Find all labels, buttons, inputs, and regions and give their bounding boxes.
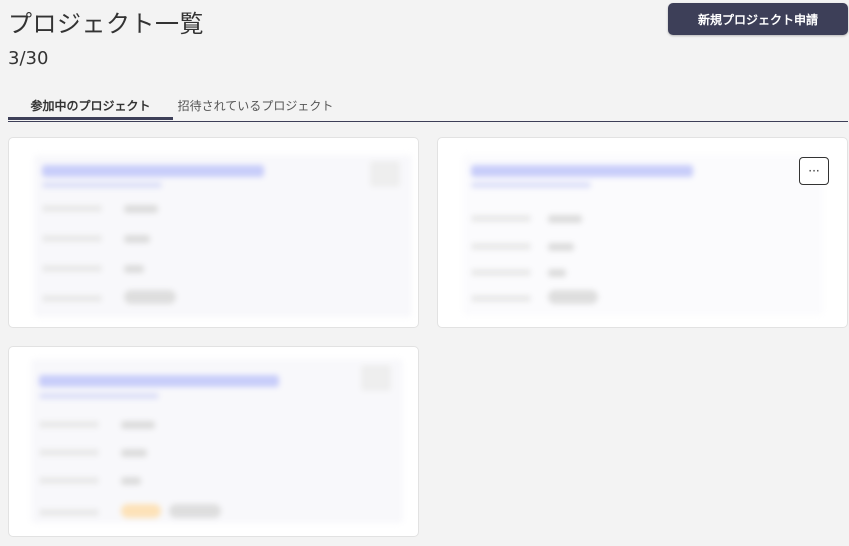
blurred-value xyxy=(124,265,144,273)
project-card[interactable] xyxy=(8,137,419,328)
blurred-subtitle xyxy=(39,393,159,399)
blurred-label xyxy=(42,205,102,212)
blurred-label xyxy=(39,477,99,484)
blurred-label xyxy=(42,265,102,272)
tab-invited-projects[interactable]: 招待されているプロジェクト xyxy=(173,95,338,119)
blurred-menu-box xyxy=(361,365,391,391)
project-tabs: 参加中のプロジェクト 招待されているプロジェクト xyxy=(8,95,848,122)
ellipsis-icon: ··· xyxy=(808,164,820,178)
blurred-subtitle xyxy=(42,182,162,188)
blurred-title xyxy=(39,375,279,387)
blurred-label xyxy=(471,295,531,302)
blurred-value xyxy=(548,215,582,223)
project-card[interactable]: ··· xyxy=(437,137,848,328)
blurred-subtitle xyxy=(471,182,591,188)
blurred-value xyxy=(121,477,141,485)
blurred-chip xyxy=(169,504,221,518)
blurred-chip xyxy=(548,290,598,304)
tab-participating-projects[interactable]: 参加中のプロジェクト xyxy=(8,95,173,120)
card-more-options-button[interactable]: ··· xyxy=(799,157,829,185)
project-count: 3/30 xyxy=(8,48,49,69)
blurred-label xyxy=(39,449,99,456)
blurred-label xyxy=(471,269,531,276)
blurred-label xyxy=(42,235,102,242)
blurred-chip xyxy=(124,290,176,304)
blurred-label xyxy=(471,215,531,222)
blurred-title xyxy=(42,165,264,177)
blurred-value xyxy=(124,205,158,213)
new-project-request-button[interactable]: 新規プロジェクト申請 xyxy=(668,3,848,35)
blurred-chip-orange xyxy=(121,504,161,518)
blurred-label xyxy=(39,509,99,516)
blurred-label xyxy=(39,421,99,428)
blurred-card-content xyxy=(31,359,403,523)
blurred-value xyxy=(548,269,566,277)
blurred-value xyxy=(121,449,147,457)
page-title: プロジェクト一覧 xyxy=(8,10,204,38)
blurred-value xyxy=(124,235,150,243)
blurred-title xyxy=(471,165,693,177)
blurred-card-content xyxy=(34,155,412,317)
blurred-menu-box xyxy=(370,161,400,187)
blurred-value xyxy=(121,421,155,429)
blurred-card-content xyxy=(463,155,823,315)
project-card[interactable] xyxy=(8,346,419,537)
blurred-label xyxy=(42,295,102,302)
blurred-label xyxy=(471,243,531,250)
blurred-value xyxy=(548,243,574,251)
